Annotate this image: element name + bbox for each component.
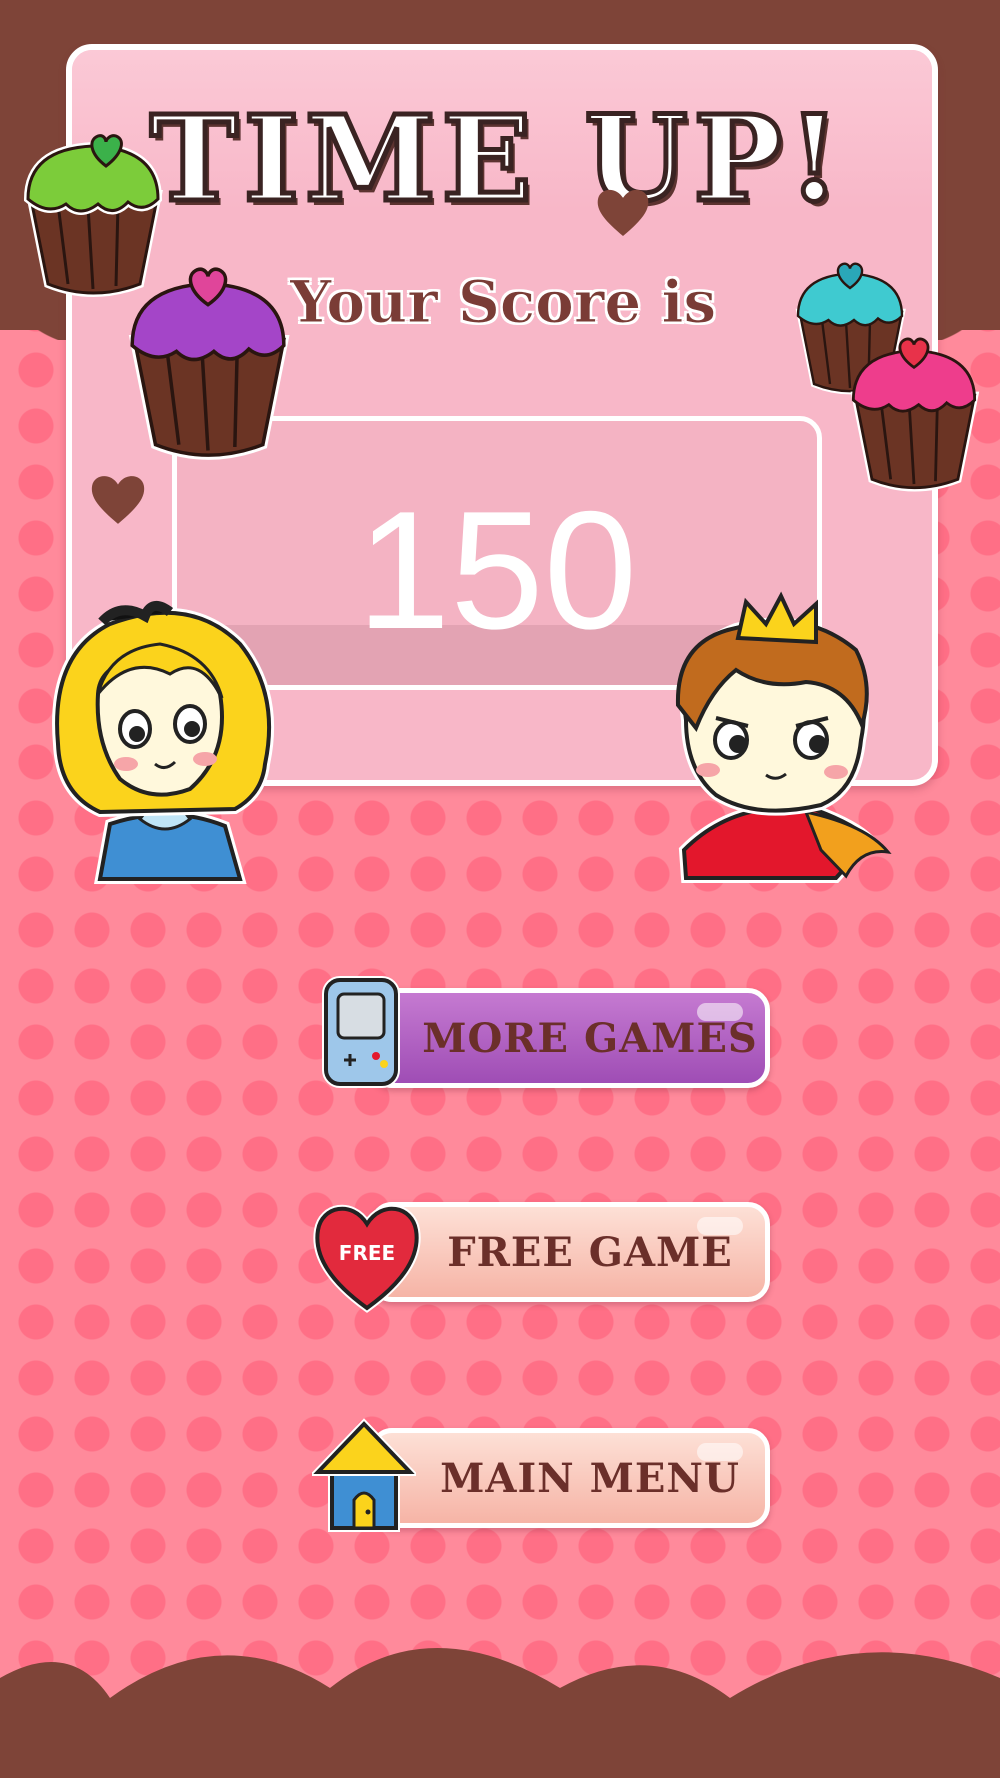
- more-games-label: MORE GAMES: [422, 1014, 758, 1062]
- chocolate-bottom-band: [0, 1648, 1000, 1778]
- girl-character-icon: [52, 601, 275, 884]
- main-menu-label: MAIN MENU: [440, 1454, 740, 1502]
- prince-character-icon: [675, 591, 892, 883]
- heart-icon: FREE: [313, 1204, 421, 1313]
- free-game-label: FREE GAME: [447, 1228, 733, 1276]
- free-badge-text: FREE: [339, 1241, 395, 1265]
- heart-decoration-icon: [91, 476, 145, 524]
- time-up-title: TIME UP!: [148, 87, 847, 231]
- main-menu-button[interactable]: MAIN MENU: [370, 1428, 770, 1528]
- handheld-console-icon: [322, 976, 400, 1088]
- house-icon: [312, 1418, 416, 1532]
- free-game-button[interactable]: FREE GAME: [370, 1202, 770, 1302]
- cupcake-pink-icon: [850, 337, 980, 492]
- heart-decoration-icon: [597, 189, 649, 236]
- more-games-button[interactable]: MORE GAMES: [370, 988, 770, 1088]
- cupcake-purple-icon: [128, 267, 290, 460]
- your-score-label: Your Score is: [290, 268, 717, 337]
